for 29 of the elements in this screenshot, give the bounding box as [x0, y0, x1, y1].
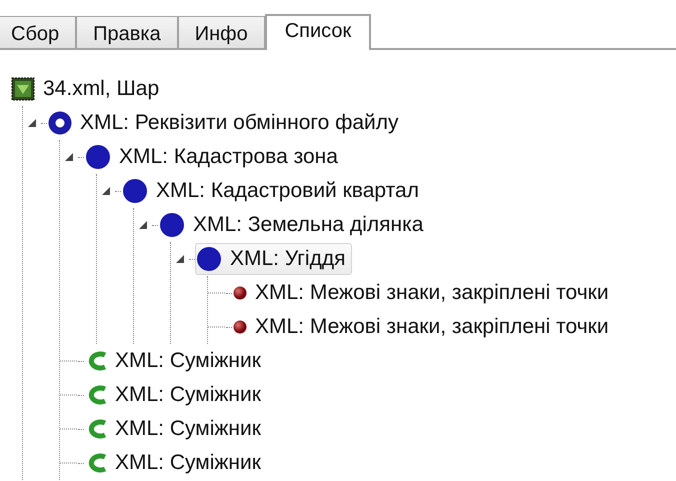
circle-icon — [122, 178, 148, 204]
ball-icon — [233, 320, 247, 334]
tree-item[interactable]: XML: Суміжник — [84, 379, 268, 411]
tree-item[interactable]: XML: Кадастровий квартал — [121, 175, 426, 207]
expanded-triangle-icon[interactable] — [102, 187, 110, 195]
tab[interactable]: Инфо — [178, 16, 265, 48]
tree-item[interactable]: XML: Суміжник — [84, 447, 268, 479]
tree-item[interactable]: XML: Суміжник — [84, 345, 268, 377]
circle-icon — [159, 212, 185, 238]
tree-item[interactable]: XML: Межові знаки, закріплені точки — [232, 277, 616, 309]
tree-item[interactable]: XML: Угіддя — [195, 243, 352, 275]
layer-icon — [11, 77, 35, 101]
tree-item[interactable]: 34.xml, Шар — [10, 73, 166, 105]
circle-icon — [196, 246, 222, 272]
ball-icon — [233, 286, 247, 300]
expanded-triangle-icon[interactable] — [28, 119, 36, 127]
expanded-triangle-icon[interactable] — [65, 153, 73, 161]
tab[interactable]: Правка — [76, 16, 178, 48]
tab[interactable]: Список — [264, 14, 372, 50]
tree-item[interactable]: XML: Межові знаки, закріплені точки — [232, 311, 616, 343]
circle-icon — [85, 144, 111, 170]
expanded-triangle-icon[interactable] — [176, 255, 184, 263]
tree-item[interactable]: XML: Реквізити обмінного файлу — [47, 107, 406, 139]
ring-icon — [48, 111, 72, 135]
tree-item[interactable]: XML: Кадастрова зона — [84, 141, 345, 173]
tree-item[interactable]: XML: Земельна ділянка — [158, 209, 430, 241]
tab[interactable]: Сбор — [0, 16, 76, 48]
tree-item[interactable]: XML: Суміжник — [84, 413, 268, 445]
expanded-triangle-icon[interactable] — [139, 221, 147, 229]
